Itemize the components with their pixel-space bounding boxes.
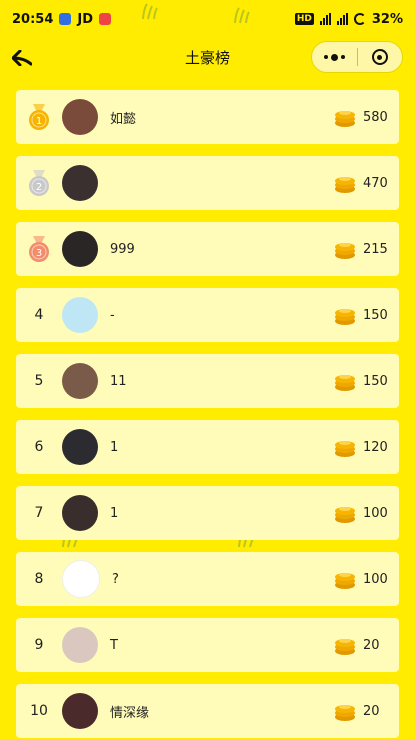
avatar[interactable] <box>62 99 98 135</box>
coin-stack-icon <box>335 441 355 457</box>
signal-icon-2 <box>336 13 348 25</box>
status-bar: 20:54 JD HD 32% <box>0 0 415 38</box>
rank-number: 8 <box>34 571 44 587</box>
coin-score: 100 <box>363 505 388 521</box>
coin-score: 215 <box>363 241 388 257</box>
rank-cell: 9 <box>16 637 62 653</box>
rank-cell: 3 <box>16 235 62 263</box>
user-name: 11 <box>110 373 127 389</box>
app-notification-icon-2 <box>99 13 112 25</box>
avatar[interactable] <box>62 363 98 399</box>
coin-stack-icon <box>335 705 355 721</box>
rank-cell: 5 <box>16 373 62 389</box>
grass-decoration-icon <box>142 3 158 20</box>
coin-score: 150 <box>363 373 388 389</box>
coin-stack-icon <box>335 309 355 325</box>
leaderboard-row[interactable]: 5 11 150 <box>16 354 399 408</box>
user-name: 1 <box>110 439 119 455</box>
coin-stack-icon <box>335 507 355 523</box>
rank-number: 5 <box>34 373 44 389</box>
coin-stack-icon <box>335 111 355 127</box>
leaderboard-row[interactable]: 4 - 150 <box>16 288 399 342</box>
user-name: 情深缘 <box>110 705 150 721</box>
medal-rank: 2 <box>36 182 42 193</box>
target-icon <box>371 49 388 65</box>
user-name: ? <box>112 571 119 587</box>
avatar[interactable] <box>62 693 98 729</box>
close-button[interactable] <box>358 42 403 72</box>
avatar[interactable] <box>62 627 98 663</box>
medal-rank: 3 <box>36 248 42 259</box>
coin-score: 120 <box>363 439 388 455</box>
grass-decoration-icon <box>234 7 250 24</box>
nav-bar: 土豪榜 <box>0 38 415 76</box>
coin-stack-icon <box>335 639 355 655</box>
medal-icon: 3 <box>29 236 49 262</box>
leaderboard-row[interactable]: 7 1 100 <box>16 486 399 540</box>
leaderboard-row[interactable]: 8? 100 <box>16 552 399 606</box>
leaderboard-row[interactable]: 6 1 120 <box>16 420 399 474</box>
more-button[interactable] <box>312 42 357 72</box>
coin-stack-icon <box>335 573 355 589</box>
status-right: HD 32% <box>294 11 403 27</box>
rank-number: 6 <box>34 439 44 455</box>
rank-cell: 6 <box>16 439 62 455</box>
coin-score: 20 <box>363 703 380 719</box>
coin-stack-icon <box>335 375 355 391</box>
rank-number: 4 <box>34 307 44 323</box>
battery-icon <box>353 13 366 25</box>
coin-stack-icon <box>335 243 355 259</box>
rank-cell: 1 <box>16 103 62 131</box>
avatar[interactable] <box>62 231 98 267</box>
coin-score: 470 <box>363 175 388 191</box>
medal-icon: 1 <box>29 104 49 130</box>
avatar[interactable] <box>62 165 98 201</box>
avatar[interactable] <box>62 560 100 598</box>
coin-score: 100 <box>363 571 388 587</box>
user-name: - <box>110 307 115 323</box>
user-name: 如懿 <box>110 111 137 127</box>
page-title: 土豪榜 <box>184 48 230 67</box>
leaderboard-row[interactable]: 9 T 20 <box>16 618 399 672</box>
user-name: T <box>110 637 118 653</box>
mini-program-capsule <box>311 41 403 73</box>
leaderboard-row[interactable]: 2 470 <box>16 156 399 210</box>
coin-stack-icon <box>335 177 355 193</box>
coin-score: 150 <box>363 307 388 323</box>
avatar[interactable] <box>62 495 98 531</box>
user-name: 999 <box>110 241 135 257</box>
rank-cell: 2 <box>16 169 62 197</box>
status-left: 20:54 JD <box>12 11 112 27</box>
arrow-left-icon <box>12 50 32 66</box>
battery-level: 32% <box>371 11 403 27</box>
back-button[interactable] <box>10 46 34 70</box>
rank-cell: 10 <box>16 703 62 719</box>
rank-cell: 4 <box>16 307 62 323</box>
rank-cell: 7 <box>16 505 62 521</box>
app-notification-icon <box>59 13 72 25</box>
avatar[interactable] <box>62 429 98 465</box>
avatar[interactable] <box>62 297 98 333</box>
medal-rank: 1 <box>36 116 42 127</box>
rank-number: 9 <box>34 637 44 653</box>
rank-number: 10 <box>30 703 48 719</box>
hd-icon: HD <box>294 13 314 25</box>
coin-score: 580 <box>363 109 388 125</box>
medal-icon: 2 <box>29 170 49 196</box>
more-dots-icon <box>323 53 345 61</box>
signal-icon <box>319 13 331 25</box>
rank-cell: 8 <box>16 571 62 587</box>
app-badge: JD <box>77 11 94 27</box>
leaderboard-row[interactable]: 10 情深缘 20 <box>16 684 399 738</box>
leaderboard-row[interactable]: 1 如懿 580 <box>16 90 399 144</box>
leaderboard-row[interactable]: 3 999 215 <box>16 222 399 276</box>
rank-number: 7 <box>34 505 44 521</box>
status-time: 20:54 <box>12 11 54 27</box>
user-name: 1 <box>110 505 119 521</box>
coin-score: 20 <box>363 637 380 653</box>
